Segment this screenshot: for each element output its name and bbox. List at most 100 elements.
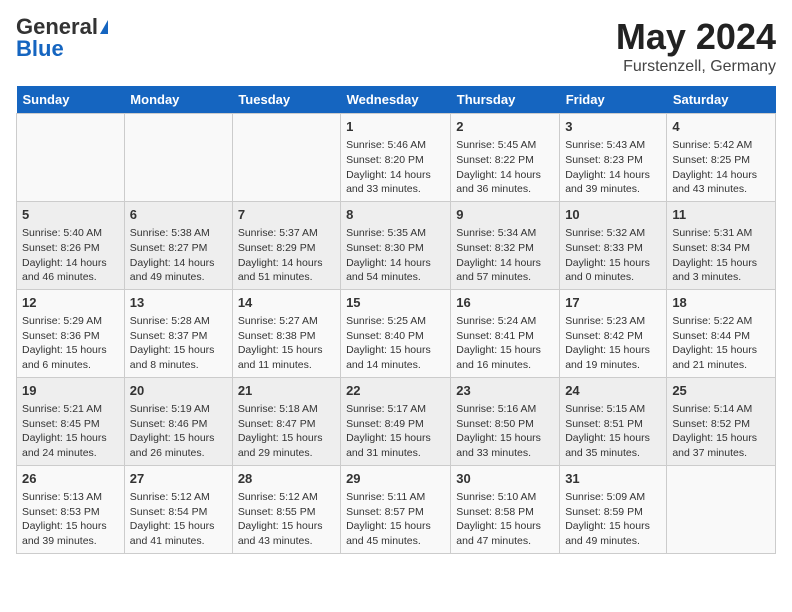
calendar-day-cell: 11Sunrise: 5:31 AMSunset: 8:34 PMDayligh… <box>667 201 776 289</box>
calendar-day-cell: 22Sunrise: 5:17 AMSunset: 8:49 PMDayligh… <box>341 377 451 465</box>
calendar-title: May 2024 <box>616 16 776 58</box>
day-number: 29 <box>346 470 445 488</box>
calendar-day-cell: 6Sunrise: 5:38 AMSunset: 8:27 PMDaylight… <box>124 201 232 289</box>
day-number: 2 <box>456 118 554 136</box>
day-info: Daylight: 15 hours and 11 minutes. <box>238 343 335 372</box>
day-number: 4 <box>672 118 770 136</box>
day-number: 1 <box>346 118 445 136</box>
day-info: Sunrise: 5:42 AM <box>672 138 770 153</box>
weekday-header: Monday <box>124 86 232 114</box>
day-info: Daylight: 15 hours and 21 minutes. <box>672 343 770 372</box>
day-info: Sunrise: 5:45 AM <box>456 138 554 153</box>
day-number: 7 <box>238 206 335 224</box>
day-number: 18 <box>672 294 770 312</box>
weekday-header: Saturday <box>667 86 776 114</box>
day-info: Daylight: 15 hours and 19 minutes. <box>565 343 661 372</box>
day-info: Sunset: 8:58 PM <box>456 505 554 520</box>
day-number: 13 <box>130 294 227 312</box>
day-info: Sunrise: 5:32 AM <box>565 226 661 241</box>
calendar-subtitle: Furstenzell, Germany <box>616 58 776 76</box>
day-info: Daylight: 14 hours and 54 minutes. <box>346 256 445 285</box>
calendar-day-cell: 15Sunrise: 5:25 AMSunset: 8:40 PMDayligh… <box>341 289 451 377</box>
day-info: Daylight: 15 hours and 33 minutes. <box>456 431 554 460</box>
day-info: Sunset: 8:33 PM <box>565 241 661 256</box>
weekday-header: Wednesday <box>341 86 451 114</box>
day-info: Sunrise: 5:15 AM <box>565 402 661 417</box>
day-info: Sunset: 8:47 PM <box>238 417 335 432</box>
calendar-day-cell: 18Sunrise: 5:22 AMSunset: 8:44 PMDayligh… <box>667 289 776 377</box>
day-info: Sunrise: 5:28 AM <box>130 314 227 329</box>
day-info: Daylight: 15 hours and 37 minutes. <box>672 431 770 460</box>
day-info: Sunrise: 5:14 AM <box>672 402 770 417</box>
day-info: Sunset: 8:42 PM <box>565 329 661 344</box>
day-number: 8 <box>346 206 445 224</box>
day-info: Sunrise: 5:12 AM <box>130 490 227 505</box>
calendar-day-cell: 19Sunrise: 5:21 AMSunset: 8:45 PMDayligh… <box>17 377 125 465</box>
day-info: Sunrise: 5:29 AM <box>22 314 119 329</box>
day-info: Sunset: 8:59 PM <box>565 505 661 520</box>
day-info: Sunrise: 5:34 AM <box>456 226 554 241</box>
day-number: 21 <box>238 382 335 400</box>
day-info: Daylight: 14 hours and 39 minutes. <box>565 168 661 197</box>
day-info: Sunset: 8:32 PM <box>456 241 554 256</box>
calendar-week-row: 19Sunrise: 5:21 AMSunset: 8:45 PMDayligh… <box>17 377 776 465</box>
day-info: Sunrise: 5:18 AM <box>238 402 335 417</box>
day-number: 6 <box>130 206 227 224</box>
calendar-day-cell <box>17 114 125 202</box>
day-info: Sunrise: 5:10 AM <box>456 490 554 505</box>
day-number: 11 <box>672 206 770 224</box>
calendar-day-cell: 7Sunrise: 5:37 AMSunset: 8:29 PMDaylight… <box>232 201 340 289</box>
day-info: Sunrise: 5:23 AM <box>565 314 661 329</box>
day-info: Sunset: 8:38 PM <box>238 329 335 344</box>
day-info: Daylight: 14 hours and 36 minutes. <box>456 168 554 197</box>
calendar-day-cell: 30Sunrise: 5:10 AMSunset: 8:58 PMDayligh… <box>451 465 560 553</box>
day-info: Sunset: 8:26 PM <box>22 241 119 256</box>
day-info: Daylight: 15 hours and 47 minutes. <box>456 519 554 548</box>
day-info: Daylight: 15 hours and 41 minutes. <box>130 519 227 548</box>
day-number: 15 <box>346 294 445 312</box>
day-info: Sunset: 8:45 PM <box>22 417 119 432</box>
logo-general-text: General <box>16 16 98 38</box>
day-number: 3 <box>565 118 661 136</box>
day-number: 14 <box>238 294 335 312</box>
calendar-week-row: 5Sunrise: 5:40 AMSunset: 8:26 PMDaylight… <box>17 201 776 289</box>
day-info: Daylight: 15 hours and 16 minutes. <box>456 343 554 372</box>
day-info: Sunset: 8:52 PM <box>672 417 770 432</box>
calendar-day-cell: 16Sunrise: 5:24 AMSunset: 8:41 PMDayligh… <box>451 289 560 377</box>
day-info: Sunset: 8:29 PM <box>238 241 335 256</box>
weekday-header: Tuesday <box>232 86 340 114</box>
calendar-day-cell: 23Sunrise: 5:16 AMSunset: 8:50 PMDayligh… <box>451 377 560 465</box>
day-number: 27 <box>130 470 227 488</box>
day-number: 20 <box>130 382 227 400</box>
calendar-day-cell: 20Sunrise: 5:19 AMSunset: 8:46 PMDayligh… <box>124 377 232 465</box>
calendar-table: SundayMondayTuesdayWednesdayThursdayFrid… <box>16 86 776 554</box>
calendar-day-cell: 12 Sunrise: 5:29 AMSunset: 8:36 PMDayligh… <box>17 289 125 377</box>
calendar-week-row: 26Sunrise: 5:13 AMSunset: 8:53 PMDayligh… <box>17 465 776 553</box>
calendar-day-cell: 8Sunrise: 5:35 AMSunset: 8:30 PMDaylight… <box>341 201 451 289</box>
day-info: Sunrise: 5:43 AM <box>565 138 661 153</box>
day-number: 25 <box>672 382 770 400</box>
day-info: Daylight: 15 hours and 43 minutes. <box>238 519 335 548</box>
day-number: 9 <box>456 206 554 224</box>
calendar-day-cell: 28Sunrise: 5:12 AMSunset: 8:55 PMDayligh… <box>232 465 340 553</box>
day-info: Sunset: 8:36 PM <box>22 329 119 344</box>
calendar-day-cell <box>232 114 340 202</box>
day-info: Daylight: 15 hours and 45 minutes. <box>346 519 445 548</box>
day-info: Sunset: 8:44 PM <box>672 329 770 344</box>
day-info: Daylight: 15 hours and 6 minutes. <box>22 343 119 372</box>
day-info: Daylight: 14 hours and 57 minutes. <box>456 256 554 285</box>
calendar-day-cell: 31Sunrise: 5:09 AMSunset: 8:59 PMDayligh… <box>560 465 667 553</box>
day-number: 26 <box>22 470 119 488</box>
day-number: 12 <box>22 294 119 312</box>
day-info: Sunrise: 5:12 AM <box>238 490 335 505</box>
day-info: Daylight: 14 hours and 49 minutes. <box>130 256 227 285</box>
calendar-day-cell: 4Sunrise: 5:42 AMSunset: 8:25 PMDaylight… <box>667 114 776 202</box>
day-number: 31 <box>565 470 661 488</box>
day-info: Daylight: 15 hours and 31 minutes. <box>346 431 445 460</box>
calendar-day-cell: 14Sunrise: 5:27 AMSunset: 8:38 PMDayligh… <box>232 289 340 377</box>
logo-triangle-icon <box>100 20 108 34</box>
day-info: Daylight: 15 hours and 0 minutes. <box>565 256 661 285</box>
weekday-header: Friday <box>560 86 667 114</box>
day-info: Sunset: 8:20 PM <box>346 153 445 168</box>
day-info: Daylight: 14 hours and 33 minutes. <box>346 168 445 197</box>
